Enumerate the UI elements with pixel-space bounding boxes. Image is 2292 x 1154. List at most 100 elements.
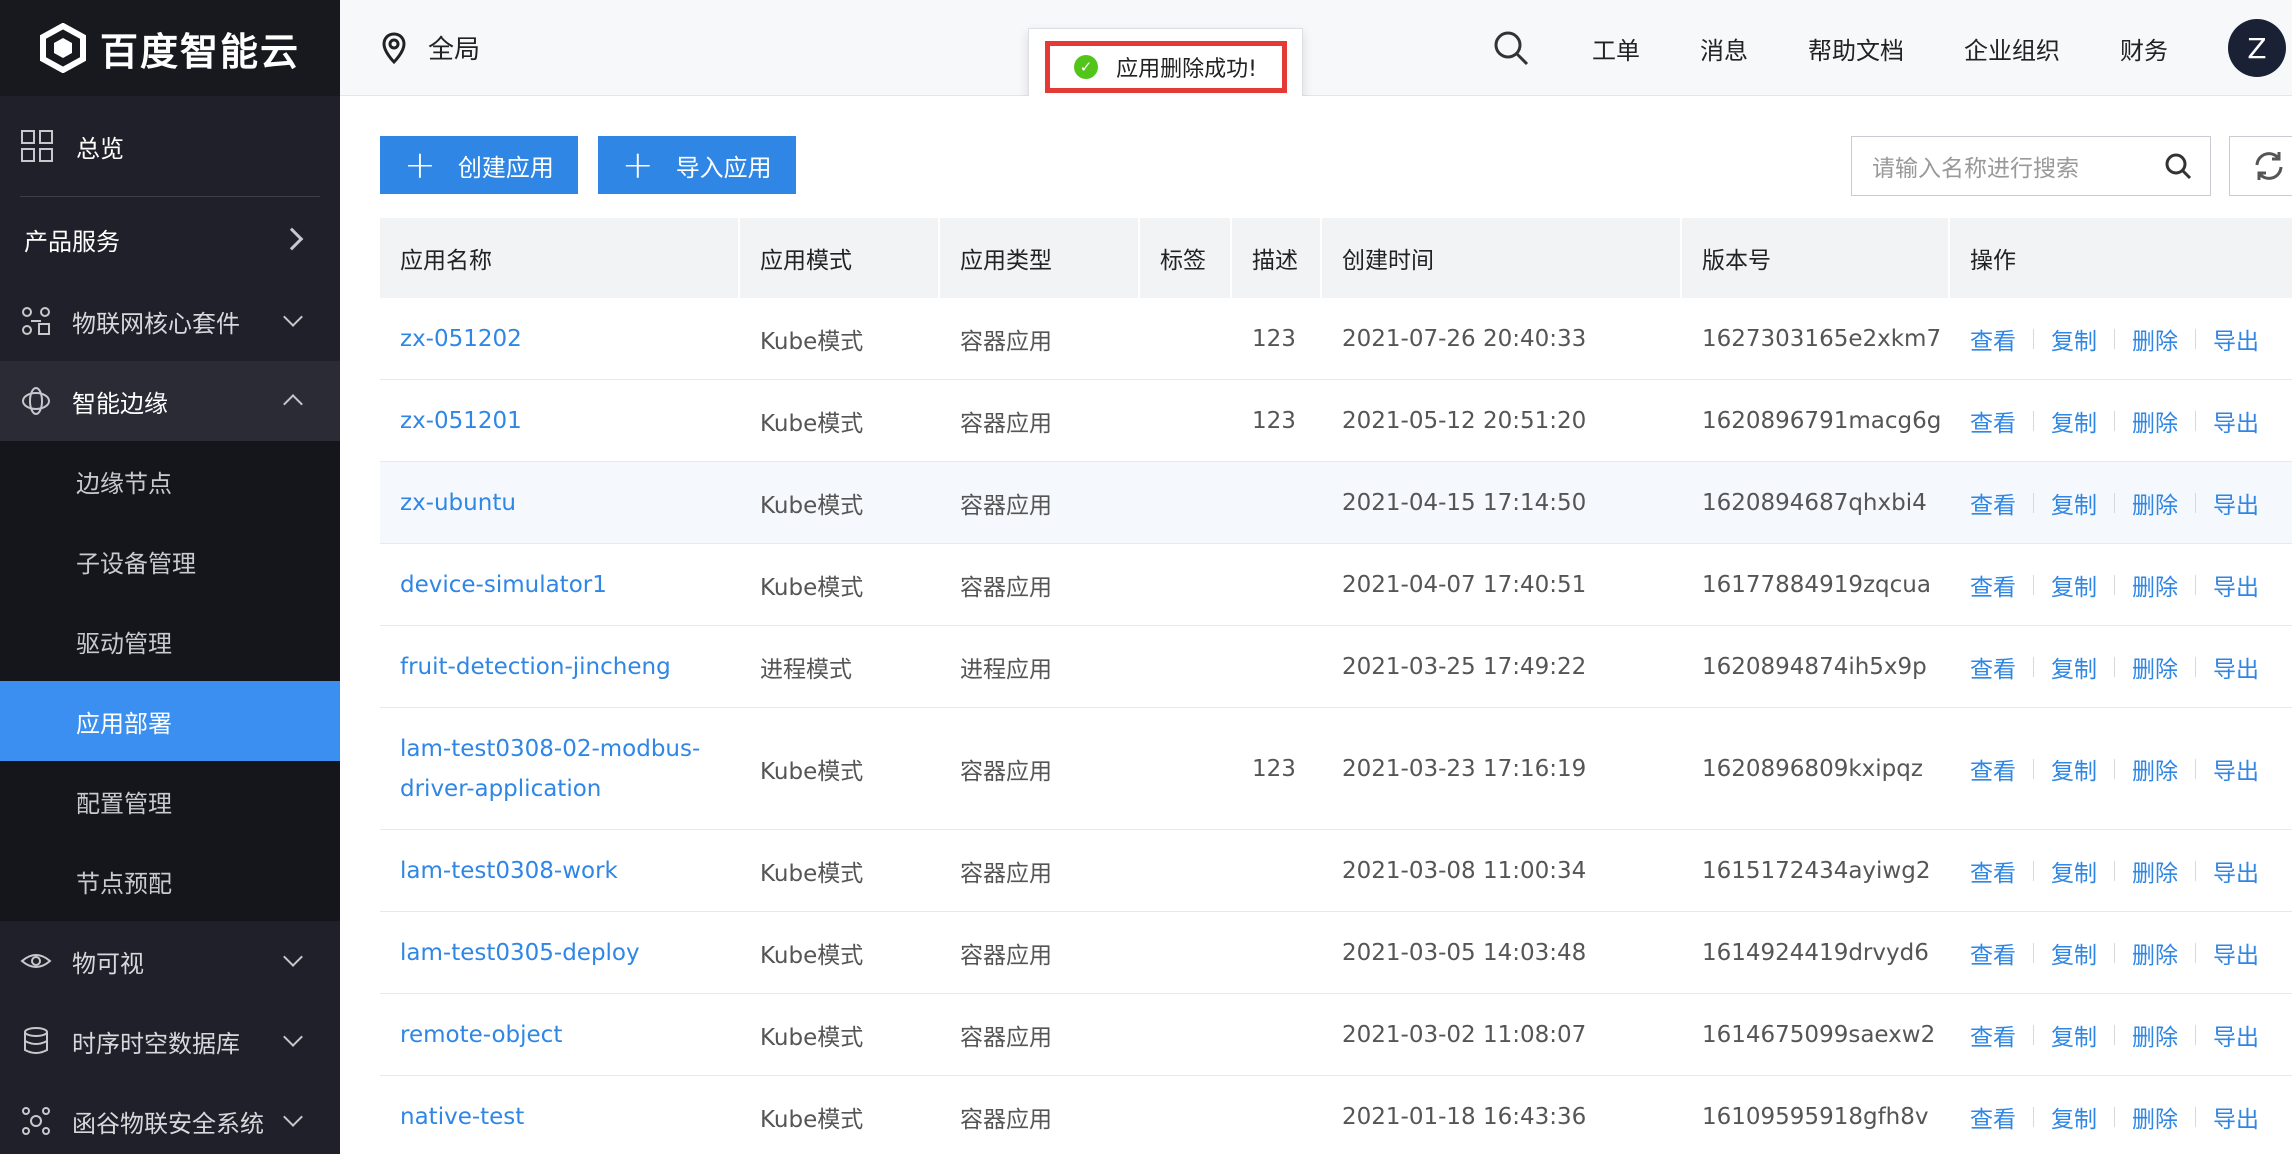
app-name-link[interactable]: native-test [380,1076,740,1154]
sidebar-item-app-deploy[interactable]: 应用部署 [0,681,340,761]
action-divider [2195,1024,2196,1045]
delete-button[interactable]: 删除 [2132,1100,2178,1134]
copy-button[interactable]: 复制 [2051,322,2097,356]
row-actions: 查看 复制 删除 导出 [1950,912,2292,993]
header-link-finance[interactable]: 财务 [2120,31,2168,66]
sidebar-item-visual[interactable]: 物可视 [0,921,340,1001]
sidebar-product-services[interactable]: 产品服务 [0,197,340,281]
action-divider [2195,656,2196,677]
app-type-cell: 容器应用 [960,328,1052,355]
avatar[interactable]: Z [2228,19,2286,77]
sidebar-item-provisioning[interactable]: 节点预配 [0,841,340,921]
app-name-link[interactable]: zx-051202 [380,298,740,379]
app-name-link[interactable]: lam-test0305-deploy [380,912,740,993]
created-time-cell: 2021-04-15 17:14:50 [1342,489,1587,516]
export-button[interactable]: 导出 [2213,1018,2259,1052]
description-cell [1232,626,1322,707]
chevron-down-icon [283,947,303,967]
search-input[interactable]: 请输入名称进行搜索 [1851,136,2211,196]
copy-button[interactable]: 复制 [2051,752,2097,786]
brand-logo[interactable]: 百度智能云 [0,0,340,96]
export-button[interactable]: 导出 [2213,752,2259,786]
sidebar-item-drivers[interactable]: 驱动管理 [0,601,340,681]
export-button[interactable]: 导出 [2213,568,2259,602]
sidebar-item-tsdb[interactable]: 时序时空数据库 [0,1001,340,1081]
copy-button[interactable]: 复制 [2051,650,2097,684]
column-header: 创建时间 [1322,218,1682,298]
search-icon[interactable] [1492,29,1530,67]
description-cell [1232,1076,1322,1154]
header-link-tickets[interactable]: 工单 [1592,31,1640,66]
table-body: zx-051202 Kube模式 容器应用 123 2021-07-26 20:40:3… [380,298,2292,1154]
export-button[interactable]: 导出 [2213,322,2259,356]
view-button[interactable]: 查看 [1970,752,2016,786]
copy-button[interactable]: 复制 [2051,1018,2097,1052]
header-link-organization[interactable]: 企业组织 [1964,31,2060,66]
delete-button[interactable]: 删除 [2132,650,2178,684]
action-divider [2033,410,2034,431]
delete-button[interactable]: 删除 [2132,1018,2178,1052]
sidebar-item-edge-nodes[interactable]: 边缘节点 [0,441,340,521]
app-name-link[interactable]: remote-object [380,994,740,1075]
view-button[interactable]: 查看 [1970,1018,2016,1052]
view-button[interactable]: 查看 [1970,1100,2016,1134]
sidebar-item-config[interactable]: 配置管理 [0,761,340,841]
sidebar-item-iot-core[interactable]: 物联网核心套件 [0,281,340,361]
view-button[interactable]: 查看 [1970,568,2016,602]
app-type-cell: 容器应用 [960,758,1052,785]
delete-button[interactable]: 删除 [2132,486,2178,520]
version-cell: 1627303165e2xkm7 [1702,325,1942,352]
copy-button[interactable]: 复制 [2051,568,2097,602]
copy-button[interactable]: 复制 [2051,1100,2097,1134]
table-row: lam-test0305-deploy Kube模式 容器应用 2021-03-05 … [380,912,2292,994]
toast-message: 应用删除成功! [1116,57,1257,82]
copy-button[interactable]: 复制 [2051,936,2097,970]
sidebar-item-security[interactable]: 函谷物联安全系统 [0,1081,340,1154]
delete-button[interactable]: 删除 [2132,752,2178,786]
delete-button[interactable]: 删除 [2132,322,2178,356]
check-circle-icon: ✓ [1074,55,1099,79]
view-button[interactable]: 查看 [1970,936,2016,970]
delete-button[interactable]: 删除 [2132,854,2178,888]
action-divider [2114,328,2115,349]
delete-button[interactable]: 删除 [2132,404,2178,438]
refresh-button[interactable] [2229,136,2292,196]
header-link-messages[interactable]: 消息 [1700,31,1748,66]
app-name-link[interactable]: lam-test0308-02-modbus-driver-applicatio… [380,708,740,829]
export-button[interactable]: 导出 [2213,854,2259,888]
search-icon[interactable] [2164,152,2192,180]
import-app-label: 导入应用 [675,153,772,182]
app-name-link[interactable]: device-simulator1 [380,544,740,625]
view-button[interactable]: 查看 [1970,486,2016,520]
copy-button[interactable]: 复制 [2051,404,2097,438]
view-button[interactable]: 查看 [1970,404,2016,438]
column-header: 应用模式 [740,218,940,298]
copy-button[interactable]: 复制 [2051,486,2097,520]
view-button[interactable]: 查看 [1970,322,2016,356]
region-selector[interactable]: 全局 [340,29,480,66]
export-button[interactable]: 导出 [2213,486,2259,520]
copy-button[interactable]: 复制 [2051,854,2097,888]
action-divider [2114,492,2115,513]
app-name-link[interactable]: zx-051201 [380,380,740,461]
export-button[interactable]: 导出 [2213,1100,2259,1134]
app-name-link[interactable]: lam-test0308-work [380,830,740,911]
app-name-link[interactable]: zx-ubuntu [380,462,740,543]
sidebar-item-smart-edge[interactable]: 智能边缘 [0,361,340,441]
import-app-button[interactable]: + 导入应用 [597,136,796,194]
action-divider [2114,656,2115,677]
view-button[interactable]: 查看 [1970,650,2016,684]
export-button[interactable]: 导出 [2213,650,2259,684]
header-link-help-docs[interactable]: 帮助文档 [1808,31,1904,66]
view-button[interactable]: 查看 [1970,854,2016,888]
sidebar-item-sub-devices[interactable]: 子设备管理 [0,521,340,601]
create-app-button[interactable]: + 创建应用 [380,136,578,194]
version-cell: 1620894874ih5x9p [1702,653,1927,680]
export-button[interactable]: 导出 [2213,404,2259,438]
sidebar-item-overview[interactable]: 总览 [0,96,340,196]
delete-button[interactable]: 删除 [2132,936,2178,970]
export-button[interactable]: 导出 [2213,936,2259,970]
tag-cell [1140,830,1232,911]
app-name-link[interactable]: fruit-detection-jincheng [380,626,740,707]
delete-button[interactable]: 删除 [2132,568,2178,602]
